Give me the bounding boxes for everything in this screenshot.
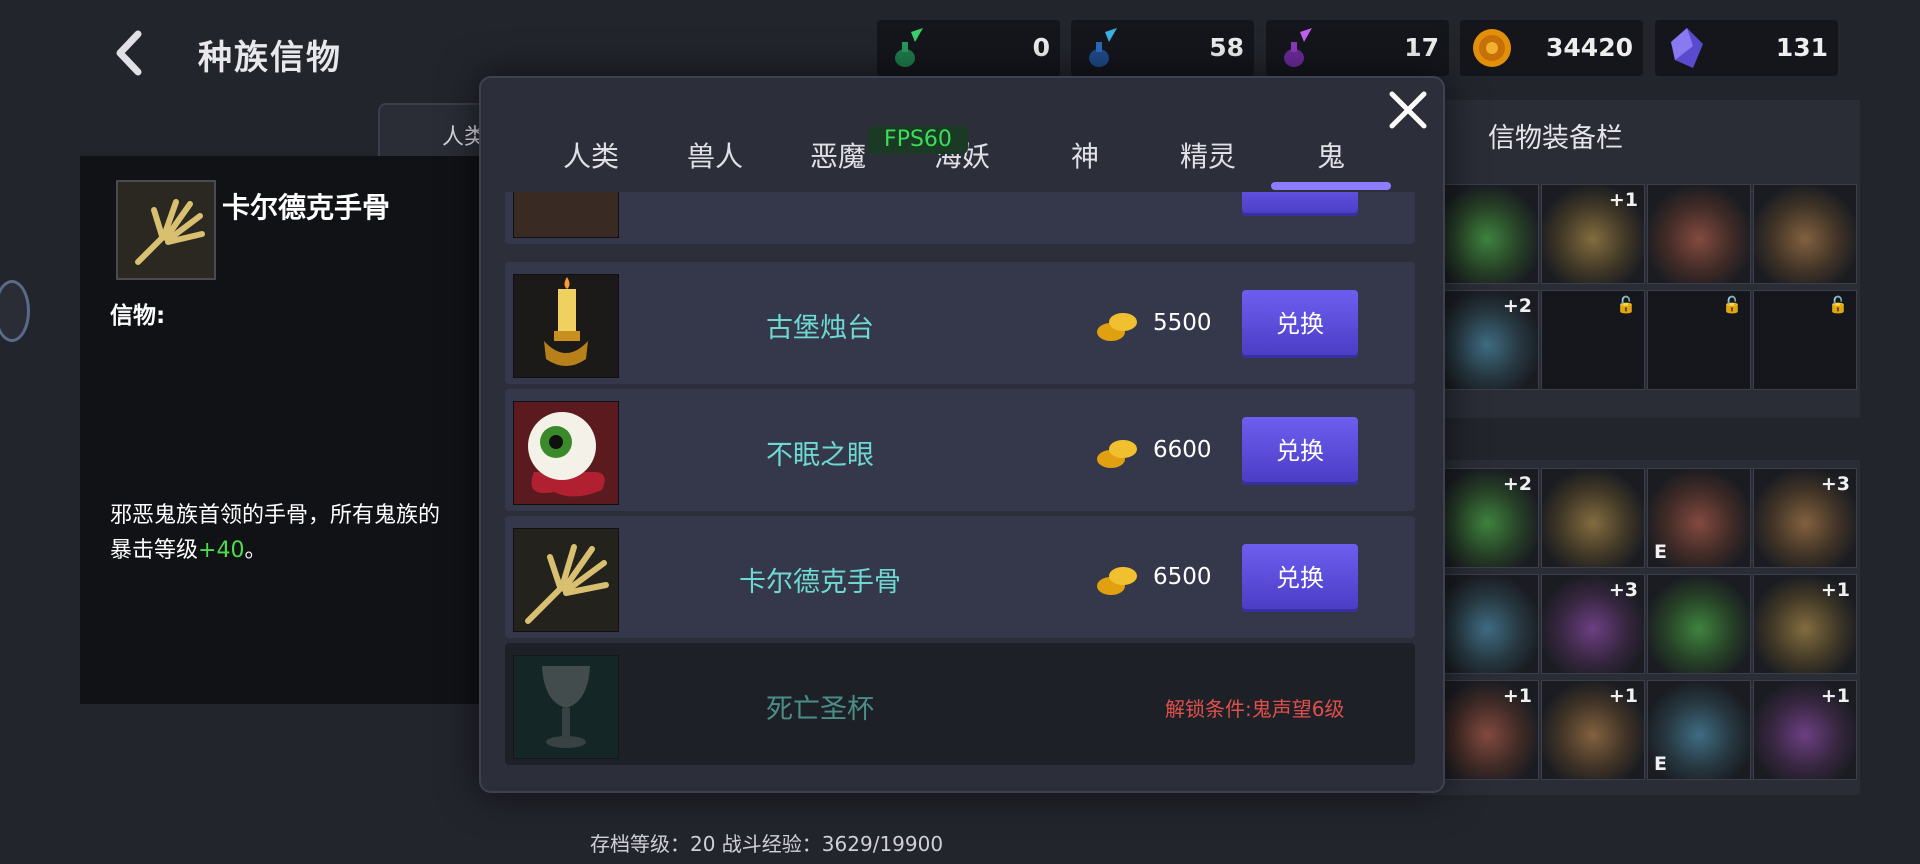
list-item: 古堡烛台 5500 兑换	[505, 262, 1415, 384]
enhance-level: +1	[1608, 685, 1638, 707]
equip-panel-title: 信物装备栏	[1488, 123, 1623, 154]
pot-icon	[513, 192, 619, 238]
tab-god[interactable]: 神	[1030, 135, 1140, 175]
inventory-slot[interactable]: 🔓	[1647, 290, 1751, 390]
active-tab-indicator	[1271, 182, 1391, 190]
exchange-button[interactable]: 兑换	[1242, 417, 1358, 485]
lock-icon: 🔓	[1828, 295, 1848, 314]
inventory-slot[interactable]: +2	[1435, 468, 1539, 568]
equipped-mark: E	[1654, 541, 1667, 563]
inventory-slot[interactable]: E	[1647, 680, 1751, 780]
enhance-level: +2	[1502, 473, 1532, 495]
tab-orc[interactable]: 兽人	[660, 135, 770, 175]
relic-description: 邪恶鬼族首领的手骨，所有鬼族的暴击等级+40。	[110, 498, 440, 568]
item-name: 不眠之眼	[766, 440, 874, 471]
close-icon[interactable]	[1384, 86, 1432, 134]
back-arrow-icon[interactable]	[108, 28, 152, 78]
inventory-slot[interactable]: +3	[1753, 468, 1857, 568]
unlock-condition: 解锁条件:鬼声望6级	[1165, 697, 1345, 721]
resource-green-potion: 0	[877, 20, 1060, 76]
resource-value: 17	[1404, 33, 1439, 62]
lock-icon: 🔓	[1616, 295, 1636, 314]
candlestick-icon	[513, 274, 619, 378]
tab-ghost[interactable]: 鬼	[1276, 135, 1386, 175]
resource-gold-coin: 34420	[1460, 20, 1643, 76]
status-text: 存档等级：20 战斗经验：3629/19900	[590, 832, 944, 856]
resource-purple-potion: 17	[1266, 20, 1449, 76]
purple-potion-icon	[1284, 28, 1312, 67]
inventory-slot[interactable]: 🔓	[1541, 290, 1645, 390]
inventory-slot[interactable]: +1	[1753, 680, 1857, 780]
exchange-button[interactable]: 兑换	[1242, 544, 1358, 612]
enhance-level: +3	[1820, 473, 1850, 495]
crystal-icon	[1671, 28, 1703, 68]
exchange-button[interactable]	[1242, 192, 1358, 216]
skeleton-hand-icon	[513, 528, 619, 632]
inventory-slot[interactable]: +1	[1435, 680, 1539, 780]
page-title: 种族信物	[198, 38, 342, 78]
inventory-slot[interactable]: E	[1647, 468, 1751, 568]
list-item-locked: 死亡圣杯 解锁条件:鬼声望6级	[505, 643, 1415, 765]
relic-desc-end: 。	[244, 538, 267, 563]
relic-desc-text: 邪恶鬼族首领的手骨，所有鬼族的暴击等级	[110, 503, 441, 563]
resource-value: 58	[1209, 33, 1244, 62]
relic-name: 卡尔德克手骨	[222, 191, 391, 224]
resource-value: 34420	[1546, 33, 1633, 62]
inventory-slot[interactable]	[1541, 468, 1645, 568]
chalice-icon	[513, 655, 619, 759]
equipped-mark: E	[1654, 753, 1667, 775]
inventory-slot[interactable]: +1	[1753, 574, 1857, 674]
exchange-button[interactable]: 兑换	[1242, 290, 1358, 358]
enhance-level: +1	[1502, 685, 1532, 707]
inventory-slot[interactable]: +3	[1541, 574, 1645, 674]
relic-list[interactable]: 古堡烛台 5500 兑换 不眠之眼 6600 兑换 卡尔德克手骨 6500 兑换…	[505, 192, 1415, 770]
inventory-slot[interactable]: +2	[1435, 290, 1539, 390]
resource-value: 0	[1032, 33, 1050, 62]
resource-blue-potion: 58	[1071, 20, 1254, 76]
skeleton-hand-icon	[116, 180, 216, 280]
eyeball-icon	[513, 401, 619, 505]
inventory-slot[interactable]	[1435, 184, 1539, 284]
resource-crystal: 131	[1655, 20, 1838, 76]
side-handle[interactable]	[0, 280, 30, 342]
item-price: 6600	[1153, 437, 1212, 463]
enhance-level: +1	[1820, 685, 1850, 707]
inventory-slot[interactable]	[1647, 184, 1751, 284]
inventory-slot[interactable]: +1	[1541, 184, 1645, 284]
gold-coins-icon	[1097, 440, 1137, 468]
item-price: 5500	[1153, 310, 1212, 336]
tab-human[interactable]: 人类	[536, 135, 646, 175]
gold-coins-icon	[1097, 567, 1137, 595]
enhance-level: +1	[1608, 189, 1638, 211]
relic-label: 信物:	[110, 303, 166, 329]
inventory-slot[interactable]: 🔓	[1753, 290, 1857, 390]
inventory-slot[interactable]: +1	[1541, 680, 1645, 780]
relic-desc-bonus: +40	[198, 538, 245, 563]
blue-potion-icon	[1089, 28, 1117, 67]
inventory-slot[interactable]	[1753, 184, 1857, 284]
inventory-slot[interactable]	[1435, 574, 1539, 674]
gold-coins-icon	[1097, 313, 1137, 341]
tab-elf[interactable]: 精灵	[1153, 135, 1263, 175]
enhance-level: +3	[1608, 579, 1638, 601]
item-name: 卡尔德克手骨	[739, 567, 901, 598]
fps-counter: FPS60	[868, 126, 968, 154]
inventory-slot[interactable]	[1647, 574, 1751, 674]
resource-value: 131	[1775, 33, 1828, 62]
item-name: 死亡圣杯	[766, 694, 874, 725]
list-item	[505, 192, 1415, 244]
gold-coin-icon	[1473, 29, 1511, 67]
green-potion-icon	[895, 28, 923, 67]
list-item: 卡尔德克手骨 6500 兑换	[505, 516, 1415, 638]
list-item: 不眠之眼 6600 兑换	[505, 389, 1415, 511]
enhance-level: +2	[1502, 295, 1532, 317]
item-name: 古堡烛台	[766, 313, 874, 344]
lock-icon: 🔓	[1722, 295, 1742, 314]
item-price: 6500	[1153, 564, 1212, 590]
enhance-level: +1	[1820, 579, 1850, 601]
